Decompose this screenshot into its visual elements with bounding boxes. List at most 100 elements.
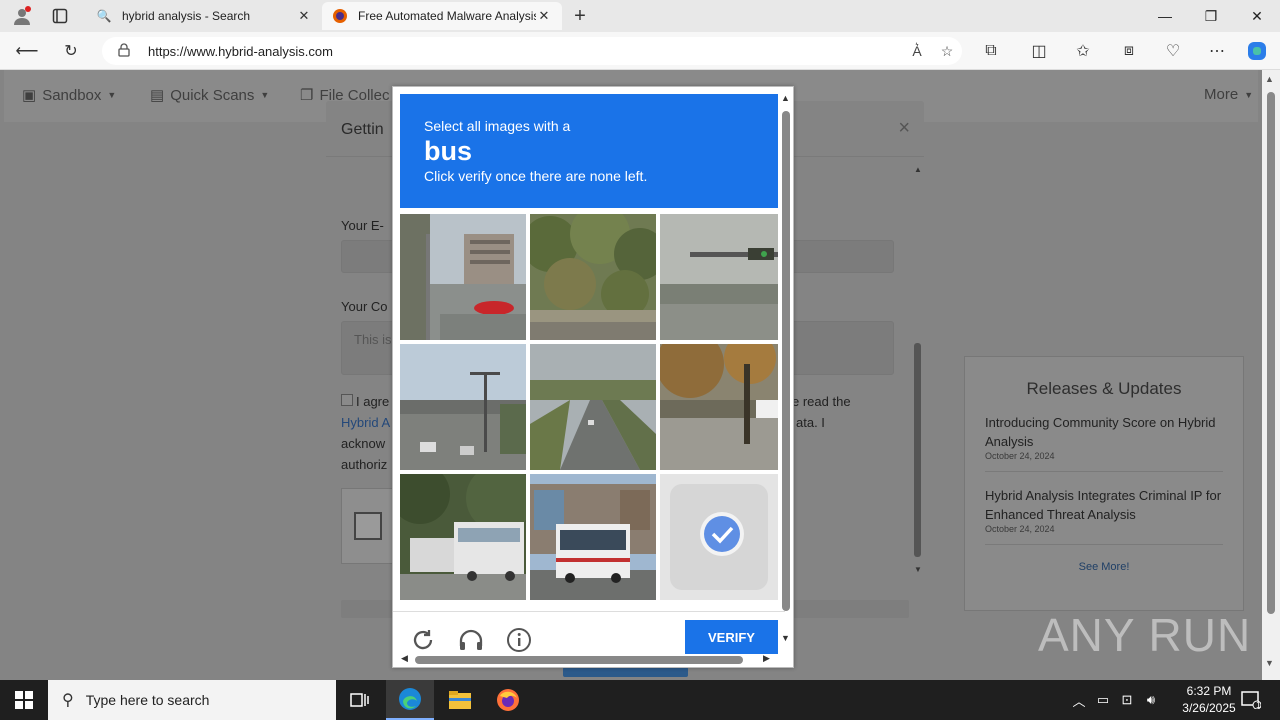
search-icon: 🔍 xyxy=(96,9,112,23)
file-icon: ▤ xyxy=(150,87,165,104)
split-screen-icon[interactable]: ◫ xyxy=(1026,39,1052,63)
comment-placeholder: This is xyxy=(354,332,392,347)
nav-quick-scans[interactable]: ▤ Quick Scans ▼ xyxy=(150,86,270,105)
captcha-horizontal-scrollbar[interactable]: ◀ ▶ xyxy=(397,653,777,667)
modal-title: Gettin xyxy=(341,121,384,138)
network-icon[interactable]: ⊡ xyxy=(1116,680,1138,720)
nav-sandbox[interactable]: ▣ Sandbox ▼ xyxy=(22,86,116,105)
release-date: October 24, 2024 xyxy=(985,451,1055,461)
captcha-target-word: bus xyxy=(424,136,473,166)
modal-scrollbar[interactable]: ▲ ▼ xyxy=(912,163,924,577)
scroll-right-icon[interactable]: ▶ xyxy=(763,653,770,664)
windows-taskbar: ⚲ Type here to search ︿ ▭ ⊡ 🔊︎ 6:32 PM 3… xyxy=(0,680,1280,720)
see-more-link[interactable]: See More! xyxy=(965,561,1243,573)
refresh-icon[interactable]: ↻ xyxy=(58,39,84,63)
close-icon[interactable]: × xyxy=(898,117,910,140)
copilot-icon[interactable] xyxy=(1244,39,1270,63)
firefox-favicon-icon xyxy=(332,8,348,24)
captcha-tile[interactable] xyxy=(530,474,656,600)
captcha-tile[interactable] xyxy=(400,344,526,470)
close-icon[interactable]: ✕ xyxy=(536,8,552,24)
release-date: October 24, 2024 xyxy=(985,524,1055,534)
file-explorer-icon[interactable] xyxy=(436,680,484,720)
address-bar[interactable]: https://www.hybrid-analysis.com A͛ ☆ xyxy=(102,37,962,65)
scroll-left-icon[interactable]: ◀ xyxy=(401,653,408,664)
browser-tab-bar: 🔍 hybrid analysis - Search ✕ Free Automa… xyxy=(0,0,1280,32)
scroll-up-icon[interactable]: ▲ xyxy=(914,165,922,174)
scroll-down-icon[interactable]: ▼ xyxy=(914,565,922,574)
release-item[interactable]: Hybrid Analysis Integrates Criminal IP f… xyxy=(985,472,1223,545)
verify-button[interactable]: VERIFY xyxy=(685,620,778,654)
scroll-up-icon[interactable]: ▲ xyxy=(781,93,790,103)
scroll-thumb[interactable] xyxy=(1267,92,1275,614)
audio-headphones-icon[interactable] xyxy=(457,626,485,654)
close-icon[interactable]: ✕ xyxy=(296,8,312,24)
caret-down-icon: ▼ xyxy=(260,90,270,100)
scroll-down-icon[interactable]: ▼ xyxy=(1265,658,1274,668)
minimize-icon[interactable]: — xyxy=(1142,0,1188,32)
captcha-tile[interactable] xyxy=(530,344,656,470)
favorite-star-icon[interactable]: ☆ xyxy=(932,43,962,60)
restore-icon[interactable]: ❐ xyxy=(1188,0,1234,32)
notification-count: 1 xyxy=(1256,700,1262,710)
page-scrollbar[interactable]: ▲ ▼ xyxy=(1262,70,1280,680)
extensions-icon[interactable]: ⧉ xyxy=(978,39,1004,63)
tab-hybrid-analysis[interactable]: Free Automated Malware Analysis ✕ xyxy=(322,2,562,30)
volume-icon[interactable]: 🔊︎ xyxy=(1140,680,1162,720)
hybrid-analysis-link[interactable]: Hybrid A xyxy=(341,412,390,433)
browser-essentials-icon[interactable]: ♡ xyxy=(1160,39,1186,63)
device-icon[interactable]: ▭ xyxy=(1092,680,1114,720)
captcha-tile[interactable] xyxy=(660,214,786,340)
releases-title: Releases & Updates xyxy=(1026,379,1182,398)
start-button[interactable] xyxy=(0,680,48,720)
scroll-up-icon[interactable]: ▲ xyxy=(1265,74,1274,84)
copy-icon: ❐ xyxy=(300,87,314,104)
submit-button[interactable] xyxy=(563,667,688,677)
edge-browser-icon[interactable] xyxy=(386,680,434,720)
nav-more[interactable]: More ▼ xyxy=(1204,86,1253,103)
captcha-tile[interactable] xyxy=(400,474,526,600)
taskbar-search[interactable]: ⚲ Type here to search xyxy=(48,680,336,720)
agree-text: e read the xyxy=(792,394,851,409)
window-close-icon[interactable]: ✕ xyxy=(1234,0,1280,32)
profile-icon[interactable] xyxy=(10,4,34,28)
tab-label: hybrid analysis - Search xyxy=(122,9,251,23)
scroll-thumb[interactable] xyxy=(415,656,743,664)
agree-checkbox[interactable] xyxy=(341,394,353,406)
back-icon[interactable]: ⟵ xyxy=(14,39,40,63)
scroll-thumb[interactable] xyxy=(782,111,790,611)
captcha-challenge: Select all images with a bus Click verif… xyxy=(392,86,794,668)
info-icon[interactable] xyxy=(505,626,533,654)
captcha-tile[interactable] xyxy=(400,214,526,340)
new-tab-icon[interactable]: + xyxy=(568,4,592,28)
captcha-checkbox[interactable] xyxy=(354,512,382,540)
captcha-tile-selected[interactable] xyxy=(660,474,786,600)
chevron-up-icon[interactable]: ︿ xyxy=(1068,680,1090,720)
task-view-icon[interactable] xyxy=(336,680,384,720)
more-options-icon[interactable]: ⋯ xyxy=(1204,39,1230,63)
url-text: https://www.hybrid-analysis.com xyxy=(148,43,333,59)
captcha-scrollbar[interactable]: ▲ ▼ xyxy=(779,91,793,651)
refresh-icon[interactable] xyxy=(409,626,437,654)
tab-search[interactable]: 🔍 hybrid analysis - Search ✕ xyxy=(86,2,322,30)
collections-icon[interactable]: ⧈ xyxy=(1116,39,1142,63)
captcha-instruction: Select all images with a xyxy=(424,118,571,134)
notifications-icon[interactable]: 1 xyxy=(1234,680,1268,720)
browser-toolbar: ⟵ ↻ https://www.hybrid-analysis.com A͛ ☆… xyxy=(0,32,1280,70)
agree-text: I agre xyxy=(356,394,390,409)
captcha-tile[interactable] xyxy=(660,344,786,470)
favorites-icon[interactable]: ✩ xyxy=(1070,39,1096,63)
nav-quick-scans-label: Quick Scans xyxy=(170,86,255,104)
tab-label: Free Automated Malware Analysis xyxy=(358,9,536,23)
release-item[interactable]: Introducing Community Score on Hybrid An… xyxy=(985,399,1223,472)
captcha-image-grid xyxy=(400,214,780,601)
releases-panel: Releases & Updates Introducing Community… xyxy=(964,356,1244,611)
firefox-icon[interactable] xyxy=(484,680,532,720)
captcha-tile[interactable] xyxy=(530,214,656,340)
nav-sandbox-label: Sandbox xyxy=(42,86,102,104)
scroll-down-icon[interactable]: ▼ xyxy=(781,633,790,643)
tab-actions-icon[interactable] xyxy=(48,4,72,28)
scroll-thumb[interactable] xyxy=(914,343,921,557)
read-aloud-icon[interactable]: A͛ xyxy=(902,43,932,59)
cube-icon: ▣ xyxy=(22,87,37,104)
